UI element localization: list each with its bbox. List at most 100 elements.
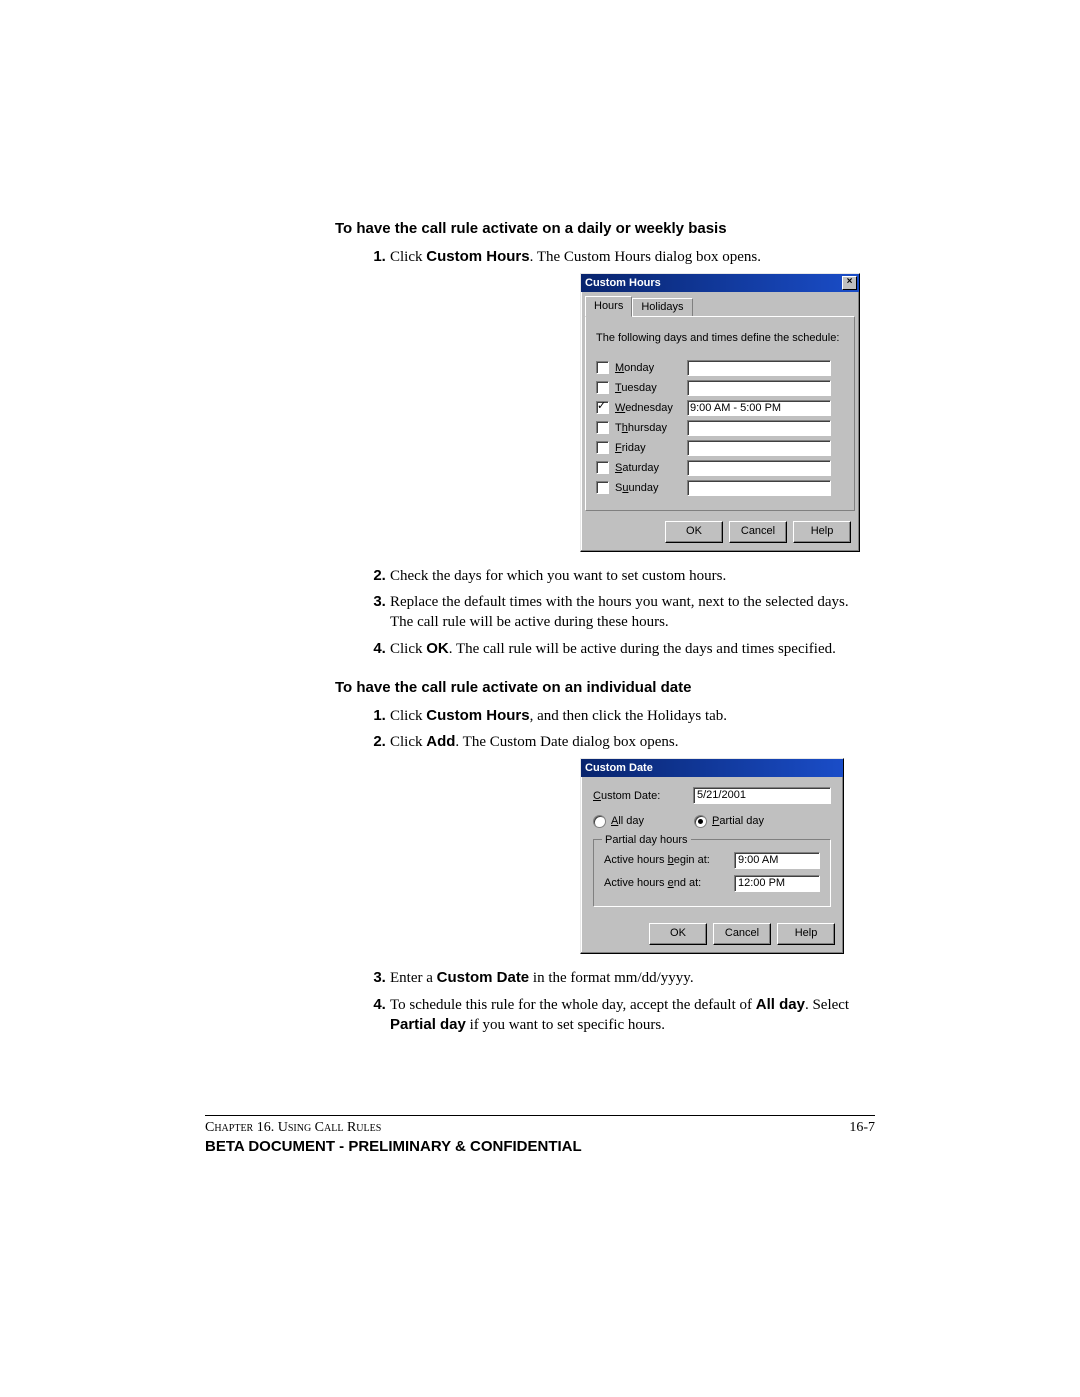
begin-label: Active hours begin at: (604, 853, 734, 868)
radio-partial-rest: artial day (719, 815, 764, 827)
custom-date-dialog: Custom Date Custom Date: 5/21/2001 All d… (580, 758, 844, 954)
step4-bold: OK (426, 640, 449, 657)
group-title: Partial day hours (602, 833, 691, 848)
s2-step3-bold: Custom Date (437, 969, 530, 986)
tab-holidays[interactable]: Holidays (632, 298, 692, 316)
tab-panel: The following days and times define the … (585, 316, 855, 511)
radio-all-day[interactable]: All day (593, 814, 644, 829)
label-saturday: Saturday (615, 461, 687, 476)
dialog2-titlebar: Custom Date (581, 759, 843, 777)
radio-partial-day-label: Partial day (712, 814, 764, 829)
section2-heading: To have the call rule activate on an ind… (335, 679, 875, 696)
end-a: Active hours (604, 877, 668, 889)
label-friday: Friday (615, 441, 687, 456)
section2-steps: Click Custom Hours, and then click the H… (360, 706, 875, 1035)
step1-text-b: . The Custom Hours dialog box opens. (530, 249, 761, 265)
checkbox-monday[interactable] (596, 361, 609, 374)
dialog2-title: Custom Date (585, 761, 653, 776)
radio-all-day-label: All day (611, 814, 644, 829)
section1-steps: Click Custom Hours . The Custom Hours dia… (360, 247, 875, 659)
footer-chapter: Chapter 16. Using Call Rules (205, 1120, 381, 1136)
time-input-saturday[interactable] (687, 460, 831, 476)
custom-date-input[interactable]: 5/21/2001 (693, 787, 831, 804)
s2-step3-b: in the format mm/dd/yyyy. (529, 970, 693, 986)
footer-confidential: BETA DOCUMENT - PRELIMINARY & CONFIDENTI… (205, 1138, 875, 1155)
s2-step2-bold: Add (426, 733, 455, 750)
section1-step1: Click Custom Hours. The Custom Hours dia… (390, 247, 875, 552)
thu-rest: hursday (628, 422, 667, 434)
time-input-friday[interactable] (687, 440, 831, 456)
day-row-wednesday: Wednesday 9:00 AM - 5:00 PM (596, 400, 844, 416)
s2-step4-e: if you want to set specific hours. (466, 1017, 665, 1033)
page-footer: Chapter 16. Using Call Rules 16-7 (205, 1115, 875, 1136)
radio-all-rest: ll day (618, 815, 644, 827)
begin-input[interactable]: 9:00 AM (734, 852, 820, 869)
time-input-wednesday[interactable]: 9:00 AM - 5:00 PM (687, 400, 831, 416)
s2-step1-a: Click (390, 708, 426, 724)
label-tuesday: Tuesday (615, 381, 687, 396)
help-button-2[interactable]: Help (777, 923, 835, 945)
begin-a: Active hours (604, 854, 668, 866)
s2-step2-b: . The Custom Date dialog box opens. (455, 734, 678, 750)
section2-step3: Enter a Custom Date in the format mm/dd/… (390, 968, 875, 988)
checkbox-wednesday[interactable] (596, 401, 609, 414)
s2-step1-bold: Custom Hours (426, 707, 529, 724)
checkbox-thursday[interactable] (596, 421, 609, 434)
begin-rest: egin at: (674, 854, 710, 866)
step4-text-a: Click (390, 641, 426, 657)
radio-partial-day[interactable]: Partial day (694, 814, 764, 829)
step4-text-b: . The call rule will be active during th… (449, 641, 836, 657)
section1-step2: Check the days for which you want to set… (390, 566, 875, 586)
day-row-tuesday: Tuesday (596, 380, 844, 396)
day-row-saturday: Saturday (596, 460, 844, 476)
fri-rest: riday (622, 442, 646, 454)
day-row-monday: Monday (596, 360, 844, 376)
tab-row: Hours Holidays (585, 296, 859, 316)
custom-hours-dialog: Custom Hours × Hours Holidays The follow… (580, 273, 860, 552)
end-input[interactable]: 12:00 PM (734, 875, 820, 892)
label-wednesday: Wednesday (615, 401, 687, 416)
section2-step4: To schedule this rule for the whole day,… (390, 995, 875, 1036)
schedule-instruction: The following days and times define the … (596, 331, 844, 346)
time-input-tuesday[interactable] (687, 380, 831, 396)
section2-step2: Click Add. The Custom Date dialog box op… (390, 732, 875, 954)
ok-button[interactable]: OK (665, 521, 723, 543)
dialog2-body: Custom Date: 5/21/2001 All day Partial d… (581, 777, 843, 917)
label-sunday: Suunday (615, 481, 687, 496)
time-input-monday[interactable] (687, 360, 831, 376)
mon-rest: onday (624, 362, 654, 374)
help-button[interactable]: Help (793, 521, 851, 543)
day-row-thursday: Thhursday (596, 420, 844, 436)
end-rest: nd at: (674, 877, 702, 889)
s2-step3-a: Enter a (390, 970, 437, 986)
s2-step4-a: To schedule this rule for the whole day,… (390, 997, 756, 1013)
sat-rest: aturday (622, 462, 659, 474)
cancel-button[interactable]: Cancel (729, 521, 787, 543)
tue-rest: uesday (621, 382, 656, 394)
footer-page: 16-7 (849, 1120, 875, 1136)
tab-holidays-label: Holidays (641, 301, 683, 313)
checkbox-sunday[interactable] (596, 481, 609, 494)
cancel-button-2[interactable]: Cancel (713, 923, 771, 945)
dialog1-title: Custom Hours (585, 276, 661, 291)
dialog1-titlebar: Custom Hours × (581, 274, 859, 292)
radio-all-day-dot (593, 815, 606, 828)
checkbox-tuesday[interactable] (596, 381, 609, 394)
s2-step4-b: All day (756, 996, 805, 1013)
checkbox-friday[interactable] (596, 441, 609, 454)
sun-rest: unday (628, 482, 658, 494)
ok-button-2[interactable]: OK (649, 923, 707, 945)
section2-step1: Click Custom Hours, and then click the H… (390, 706, 875, 726)
custom-date-label: Custom Date: (593, 789, 693, 804)
tab-hours[interactable]: Hours (585, 296, 632, 317)
custom-date-row: Custom Date: 5/21/2001 (593, 787, 831, 804)
section1-step4: Click OK. The call rule will be active d… (390, 639, 875, 659)
dialog2-button-row: OK Cancel Help (581, 917, 843, 953)
radio-row: All day Partial day (593, 814, 831, 829)
checkbox-saturday[interactable] (596, 461, 609, 474)
close-icon[interactable]: × (842, 276, 857, 290)
s2-step4-c: . Select (805, 997, 849, 1013)
time-input-sunday[interactable] (687, 480, 831, 496)
day-row-friday: Friday (596, 440, 844, 456)
time-input-thursday[interactable] (687, 420, 831, 436)
